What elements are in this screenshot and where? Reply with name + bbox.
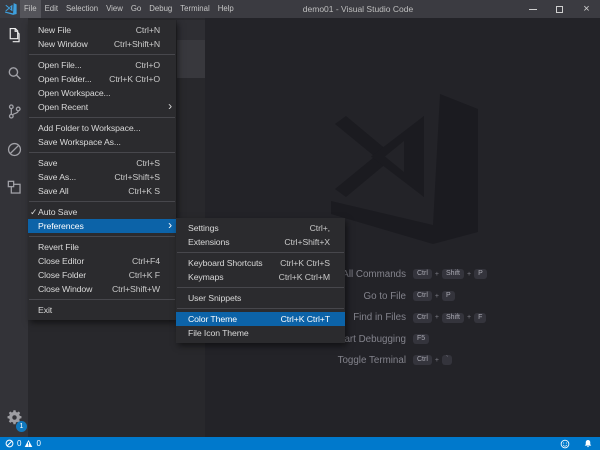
keyboard-key: Ctrl	[413, 355, 432, 365]
sidebar-selected-item[interactable]	[177, 40, 205, 78]
menu-separator	[29, 236, 175, 237]
menu-separator	[29, 299, 175, 300]
menu-item-color-theme[interactable]: Color Theme Ctrl+K Ctrl+T	[176, 312, 345, 326]
menu-item-preferences[interactable]: Preferences ›	[28, 219, 176, 233]
menu-item-extensions[interactable]: Extensions Ctrl+Shift+X	[176, 235, 345, 249]
extensions-icon	[7, 180, 21, 194]
menu-item-close-folder[interactable]: Close Folder Ctrl+K F	[28, 268, 176, 282]
menubar-item-file[interactable]: File	[20, 0, 41, 18]
status-bar: 0 0	[0, 437, 600, 450]
menu-item-new-window[interactable]: New Window Ctrl+Shift+N	[28, 37, 176, 51]
close-button[interactable]: ×	[573, 0, 600, 18]
menu-item-settings[interactable]: Settings Ctrl+,	[176, 221, 345, 235]
menu-item-open-workspace[interactable]: Open Workspace...	[28, 86, 176, 100]
submenu-chevron-icon: ›	[168, 99, 172, 113]
keyboard-key: P	[441, 291, 455, 301]
menu-item-save-as[interactable]: Save As... Ctrl+Shift+S	[28, 170, 176, 184]
menubar-item-go[interactable]: Go	[127, 0, 145, 18]
menu-item-exit[interactable]: Exit	[28, 303, 176, 317]
warnings-count[interactable]: 0	[36, 439, 40, 448]
activity-bar: 1	[0, 18, 28, 437]
debug-icon	[7, 142, 21, 157]
menu-separator	[29, 152, 175, 153]
menu-item-open-folder[interactable]: Open Folder... Ctrl+K Ctrl+O	[28, 72, 176, 86]
menu-item-save-workspace-as[interactable]: Save Workspace As...	[28, 135, 176, 149]
menu-separator	[177, 252, 344, 253]
title-bar: File Edit Selection View Go Debug Terminal Help…	[0, 0, 600, 18]
keyboard-key: Ctrl	[413, 291, 432, 301]
menubar-item-selection[interactable]: Selection	[62, 0, 102, 18]
activity-bar-search[interactable]	[0, 65, 28, 103]
feedback-smiley-icon[interactable]	[560, 439, 570, 449]
menu-bar: File Edit Selection View Go Debug Terminal Help	[20, 0, 238, 18]
menubar-item-debug[interactable]: Debug	[145, 0, 176, 18]
menu-item-open-file[interactable]: Open File... Ctrl+O	[28, 58, 176, 72]
keyboard-key: `	[441, 355, 453, 365]
minimize-button[interactable]	[519, 0, 546, 18]
keyboard-key: F5	[413, 334, 430, 344]
activity-bar-extensions[interactable]	[0, 179, 28, 217]
menu-item-revert-file[interactable]: Revert File	[28, 240, 176, 254]
menu-separator	[177, 287, 344, 288]
shortcut-hint: Toggle Terminal Ctrl + `	[205, 353, 453, 367]
menu-separator	[29, 117, 175, 118]
errors-count[interactable]: 0	[17, 439, 21, 448]
menu-item-close-window[interactable]: Close Window Ctrl+Shift+W	[28, 282, 176, 296]
activity-bar-debug[interactable]	[0, 141, 28, 179]
menu-item-close-editor[interactable]: Close Editor Ctrl+F4	[28, 254, 176, 268]
search-icon	[8, 67, 21, 80]
sidebar-section-a	[177, 20, 205, 40]
menubar-item-view[interactable]: View	[102, 0, 127, 18]
file-menu: New File Ctrl+N New Window Ctrl+Shift+N Open…	[28, 20, 176, 320]
notifications-bell-icon[interactable]	[583, 439, 593, 449]
menu-item-save[interactable]: Save Ctrl+S	[28, 156, 176, 170]
menu-item-user-snippets[interactable]: User Snippets	[176, 291, 345, 305]
keyboard-key: Shift	[441, 269, 464, 279]
explorer-icon	[9, 28, 20, 43]
keyboard-key: Ctrl	[413, 269, 432, 279]
source-control-icon	[8, 104, 21, 119]
maximize-button[interactable]	[546, 0, 573, 18]
menu-separator	[177, 308, 344, 309]
warnings-icon	[25, 440, 33, 447]
activity-bar-explorer[interactable]	[0, 27, 28, 65]
menu-item-keyboard-shortcuts[interactable]: Keyboard Shortcuts Ctrl+K Ctrl+S	[176, 256, 345, 270]
keyboard-key: Shift	[441, 312, 464, 323]
menu-item-open-recent[interactable]: Open Recent ›	[28, 100, 176, 114]
menu-item-auto-save[interactable]: ✓ Auto Save	[28, 205, 176, 219]
menu-item-keymaps[interactable]: Keymaps Ctrl+K Ctrl+M	[176, 270, 345, 284]
vscode-watermark-logo	[331, 94, 478, 244]
checkmark-icon: ✓	[30, 207, 38, 217]
menu-item-save-all[interactable]: Save All Ctrl+K S	[28, 184, 176, 198]
vscode-logo-icon	[5, 3, 17, 15]
keyboard-key: P	[474, 269, 487, 279]
menubar-item-edit[interactable]: Edit	[41, 0, 62, 18]
activity-bar-source-control[interactable]	[0, 103, 28, 141]
menu-item-new-file[interactable]: New File Ctrl+N	[28, 23, 176, 37]
settings-badge: 1	[16, 421, 27, 432]
menubar-item-help[interactable]: Help	[214, 0, 238, 18]
menu-item-add-folder-to-workspace[interactable]: Add Folder to Workspace...	[28, 121, 176, 135]
menu-item-file-icon-theme[interactable]: File Icon Theme	[176, 326, 345, 340]
preferences-submenu: Settings Ctrl+, Extensions Ctrl+Shift+X Keyb…	[176, 218, 345, 343]
menu-separator	[29, 54, 175, 55]
keyboard-key: F	[474, 312, 487, 323]
errors-icon	[5, 439, 14, 448]
menubar-item-terminal[interactable]: Terminal	[176, 0, 213, 18]
window-title: demo01 - Visual Studio Code	[302, 4, 414, 14]
menu-separator	[29, 201, 175, 202]
submenu-chevron-icon: ›	[168, 218, 172, 232]
keyboard-key: Ctrl	[413, 312, 432, 323]
